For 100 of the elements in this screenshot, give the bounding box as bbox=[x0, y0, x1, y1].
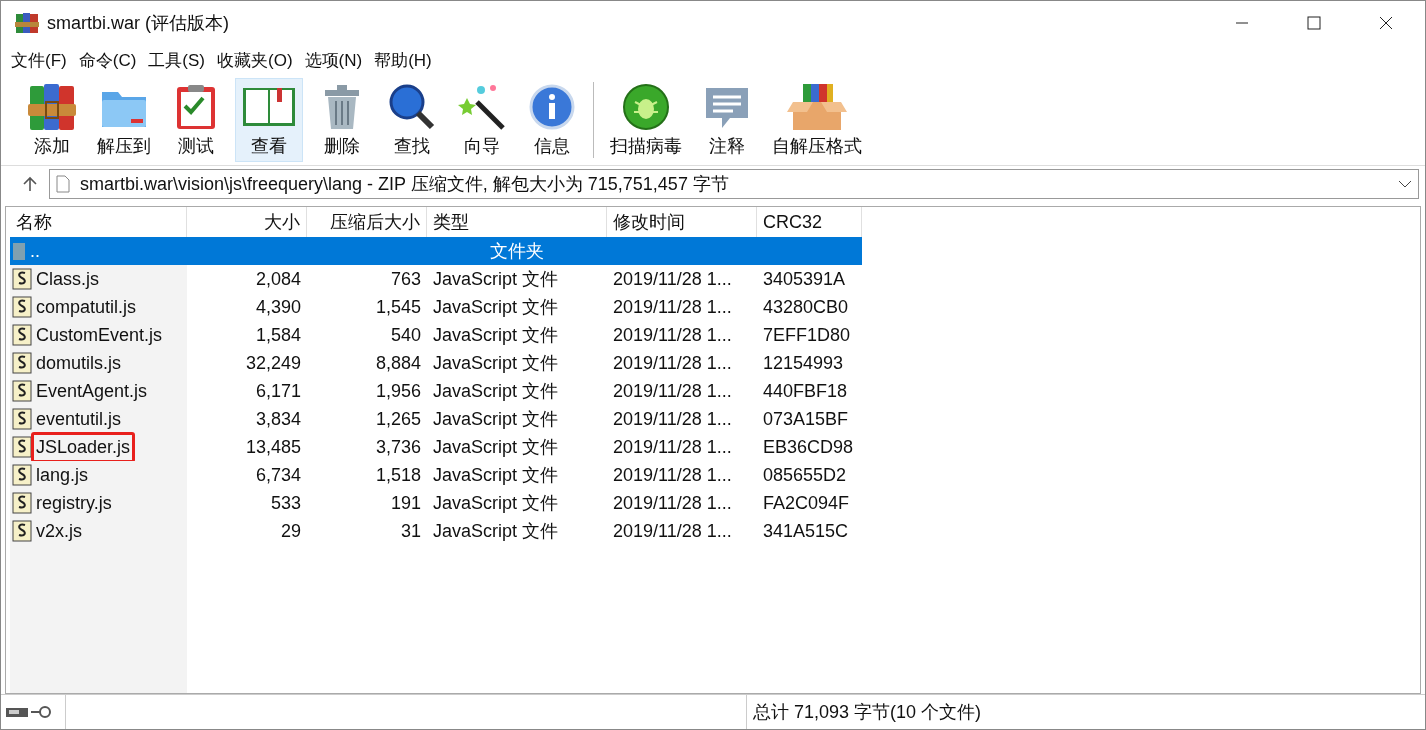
table-cell: 2019/11/28 1... bbox=[613, 408, 732, 430]
table-cell: 2019/11/28 1... bbox=[613, 464, 732, 486]
info-icon bbox=[527, 82, 577, 132]
table-cell-text: JavaScript 文件 bbox=[433, 268, 559, 291]
toolbar-button[interactable]: 查找 bbox=[381, 78, 443, 162]
file-name: domutils.js bbox=[35, 351, 123, 375]
table-cell: FA2C094F bbox=[763, 492, 850, 514]
toolbar-button[interactable]: 删除 bbox=[311, 78, 373, 162]
table-cell: 43280CB0 bbox=[763, 296, 849, 318]
table-cell: 540 bbox=[390, 324, 421, 346]
table-cell: 2019/11/28 1... bbox=[613, 436, 732, 458]
close-icon[interactable] bbox=[1379, 16, 1393, 30]
toolbar-button[interactable]: 注释 bbox=[696, 78, 758, 162]
menu-item[interactable]: 帮助(H) bbox=[374, 48, 432, 72]
menu-item[interactable]: 收藏夹(O) bbox=[217, 48, 293, 72]
table-cell: 533 bbox=[270, 492, 301, 514]
maximize-icon[interactable] bbox=[1307, 16, 1321, 30]
script-file-icon bbox=[12, 464, 32, 486]
table-cell: 1,518 bbox=[375, 464, 421, 486]
table-row[interactable]: eventutil.js 3,834 1,265 JavaScript 文件 2019/11/28 1... 073A15BF bbox=[10, 405, 862, 433]
toolbar-button[interactable]: 解压到 bbox=[91, 78, 157, 162]
toolbar-button[interactable]: 添加 bbox=[21, 78, 83, 162]
script-file-icon bbox=[12, 324, 32, 346]
menu-item[interactable]: 文件(F) bbox=[11, 48, 67, 72]
toolbar-button[interactable]: 向导 bbox=[451, 78, 513, 162]
status-text: 总计 71,093 字节(10 个文件) bbox=[753, 701, 982, 724]
toolbar-button[interactable]: 扫描病毒 bbox=[604, 78, 688, 162]
table-cell-text: 文件夹 bbox=[490, 240, 544, 263]
table-cell: 1,265 bbox=[375, 408, 421, 430]
table-cell: 3405391A bbox=[763, 268, 846, 290]
table-cell: 2019/11/28 1... bbox=[613, 380, 732, 402]
menu-item[interactable]: 命令(C) bbox=[78, 48, 137, 72]
search-icon bbox=[387, 82, 437, 132]
table-cell: 2019/11/28 1... bbox=[613, 296, 732, 318]
document-icon bbox=[56, 175, 70, 193]
table-cell: 191 bbox=[390, 492, 421, 514]
bug-icon bbox=[621, 82, 671, 132]
table-cell-text: JavaScript 文件 bbox=[433, 296, 559, 319]
box-books-icon bbox=[785, 82, 849, 132]
table-cell-text: JavaScript 文件 bbox=[433, 464, 559, 487]
table-cell: 341A515C bbox=[763, 520, 849, 542]
file-name: .. bbox=[29, 239, 41, 263]
table-row[interactable]: v2x.js 29 31 JavaScript 文件 2019/11/28 1... 341A515C bbox=[10, 517, 862, 545]
table-cell: 3,736 bbox=[375, 436, 421, 458]
toolbar-button[interactable]: 自解压格式 bbox=[766, 78, 868, 162]
table-cell: 1,584 bbox=[255, 324, 301, 346]
table-cell-text: JavaScript 文件 bbox=[433, 380, 559, 403]
table-row[interactable]: lang.js 6,734 1,518 JavaScript 文件 2019/11/28 1... 085655D2 bbox=[10, 461, 862, 489]
script-file-icon bbox=[12, 436, 32, 458]
table-cell: 440FBF18 bbox=[763, 380, 848, 402]
magic-wand-icon bbox=[457, 82, 507, 132]
table-cell: 6,734 bbox=[255, 464, 301, 486]
folder-icon bbox=[12, 241, 26, 261]
table-cell: 073A15BF bbox=[763, 408, 849, 430]
script-file-icon bbox=[12, 408, 32, 430]
books-icon bbox=[15, 12, 39, 34]
table-cell: 2019/11/28 1... bbox=[613, 520, 732, 542]
table-cell-text: JavaScript 文件 bbox=[433, 324, 559, 347]
menu-item[interactable]: 选项(N) bbox=[304, 48, 363, 72]
table-cell: EB36CD98 bbox=[763, 436, 854, 458]
file-name: registry.js bbox=[35, 491, 113, 515]
table-cell: 31 bbox=[400, 520, 421, 542]
script-file-icon bbox=[12, 520, 32, 542]
toolbar-button[interactable]: 测试 bbox=[165, 78, 227, 162]
table-row[interactable]: domutils.js 32,249 8,884 JavaScript 文件 2019/11/28 1... 12154993 bbox=[10, 349, 862, 377]
table-cell: 2019/11/28 1... bbox=[613, 268, 732, 290]
file-name: v2x.js bbox=[35, 519, 83, 543]
menu-item[interactable]: 工具(S) bbox=[148, 48, 205, 72]
toolbar-button[interactable]: 查看 bbox=[235, 78, 303, 162]
script-file-icon bbox=[12, 268, 32, 290]
table-cell: 2,084 bbox=[255, 268, 301, 290]
table-cell: 1,545 bbox=[375, 296, 421, 318]
table-row[interactable]: compatutil.js 4,390 1,545 JavaScript 文件 2019/11/28 1... 43280CB0 bbox=[10, 293, 862, 321]
window-title: smartbi.war (评估版本) bbox=[47, 12, 229, 35]
file-name: compatutil.js bbox=[35, 295, 138, 319]
table-cell: 763 bbox=[390, 268, 421, 290]
up-arrow-icon[interactable] bbox=[21, 175, 39, 193]
table-row[interactable]: EventAgent.js 6,171 1,956 JavaScript 文件 2019/11/28 1... 440FBF18 bbox=[10, 377, 862, 405]
table-cell: 7EFF1D80 bbox=[763, 324, 851, 346]
toolbar-button[interactable]: 信息 bbox=[521, 78, 583, 162]
script-file-icon bbox=[12, 492, 32, 514]
address-field[interactable]: smartbi.war\vision\js\freequery\lang - ZIP 压缩文件, 解包大小为 715,751,457 字节 bbox=[49, 169, 1419, 199]
table-cell-text: JavaScript 文件 bbox=[433, 352, 559, 375]
file-name: eventutil.js bbox=[35, 407, 123, 431]
table-cell: 13,485 bbox=[245, 436, 301, 458]
file-name: Class.js bbox=[35, 267, 100, 291]
table-cell-text: JavaScript 文件 bbox=[433, 408, 559, 431]
table-row[interactable]: CustomEvent.js 1,584 540 JavaScript 文件 2019/11/28 1... 7EFF1D80 bbox=[10, 321, 862, 349]
table-row[interactable]: .. 文件夹 bbox=[10, 237, 862, 265]
table-row[interactable]: Class.js 2,084 763 JavaScript 文件 2019/11/28 1... 3405391A bbox=[10, 265, 862, 293]
table-row[interactable]: registry.js 533 191 JavaScript 文件 2019/11/28 1... FA2C094F bbox=[10, 489, 862, 517]
table-cell: 32,249 bbox=[245, 352, 301, 374]
table-cell: 4,390 bbox=[255, 296, 301, 318]
chevron-down-icon[interactable] bbox=[1398, 179, 1412, 189]
table-cell: 6,171 bbox=[255, 380, 301, 402]
file-name: lang.js bbox=[35, 463, 90, 487]
table-cell: 12154993 bbox=[763, 352, 844, 374]
table-cell: 1,956 bbox=[375, 380, 421, 402]
table-cell: 8,884 bbox=[375, 352, 421, 374]
table-cell-text: JavaScript 文件 bbox=[433, 436, 559, 459]
